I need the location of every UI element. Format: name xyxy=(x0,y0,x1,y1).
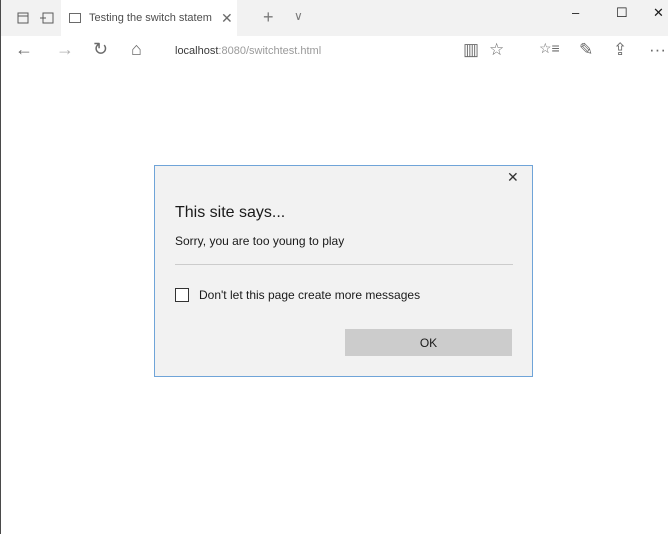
browser-window: Testing the switch statem ✕ + ∨ – ☐ ✕ ← … xyxy=(0,0,668,534)
set-tabs-aside-icon[interactable] xyxy=(39,10,55,26)
dialog-title: This site says... xyxy=(175,204,286,221)
share-icon[interactable]: ⇪ xyxy=(613,41,627,58)
refresh-button[interactable]: ↻ xyxy=(93,40,108,58)
tab-close-icon[interactable]: ✕ xyxy=(221,11,233,25)
tab-bar: Testing the switch statem ✕ + ∨ – ☐ ✕ xyxy=(1,0,668,36)
dialog-close-icon[interactable]: ✕ xyxy=(507,170,519,184)
maximize-button[interactable]: ☐ xyxy=(616,6,628,19)
tab-title: Testing the switch statem xyxy=(89,12,212,24)
favorite-star-icon[interactable]: ☆ xyxy=(489,41,504,58)
forward-button[interactable]: → xyxy=(56,40,74,58)
close-window-button[interactable]: ✕ xyxy=(653,6,664,19)
address-bar[interactable]: localhost:8080/switchtest.html xyxy=(161,38,461,64)
minimize-button[interactable]: – xyxy=(572,6,579,19)
ok-button[interactable]: OK xyxy=(345,329,512,356)
address-host: localhost xyxy=(175,45,219,57)
alert-dialog: ✕ This site says... Sorry, you are too y… xyxy=(154,165,533,377)
favorites-hub-icon[interactable]: ☆≡ xyxy=(539,41,560,55)
dialog-message: Sorry, you are too young to play xyxy=(175,234,345,248)
notes-pen-icon[interactable]: ✎ xyxy=(579,41,593,58)
tab-preview-chevron-icon[interactable]: ∨ xyxy=(294,10,303,22)
new-tab-icon[interactable]: + xyxy=(263,8,274,26)
more-icon[interactable]: ··· xyxy=(649,41,666,58)
reading-view-icon[interactable]: ▥ xyxy=(463,41,479,58)
suppress-messages-checkbox[interactable] xyxy=(175,288,189,302)
page-icon xyxy=(69,13,81,23)
tab-active[interactable]: Testing the switch statem ✕ xyxy=(61,0,237,36)
back-button[interactable]: ← xyxy=(15,40,33,58)
dialog-divider xyxy=(175,264,513,265)
tab-actions-icon[interactable] xyxy=(15,10,31,26)
home-button[interactable]: ⌂ xyxy=(131,40,142,58)
navigation-bar: ← → ↻ ⌂ localhost:8080/switchtest.html ▥… xyxy=(1,36,668,66)
suppress-messages-label[interactable]: Don't let this page create more messages xyxy=(199,288,420,302)
address-path: :8080/switchtest.html xyxy=(218,45,322,57)
